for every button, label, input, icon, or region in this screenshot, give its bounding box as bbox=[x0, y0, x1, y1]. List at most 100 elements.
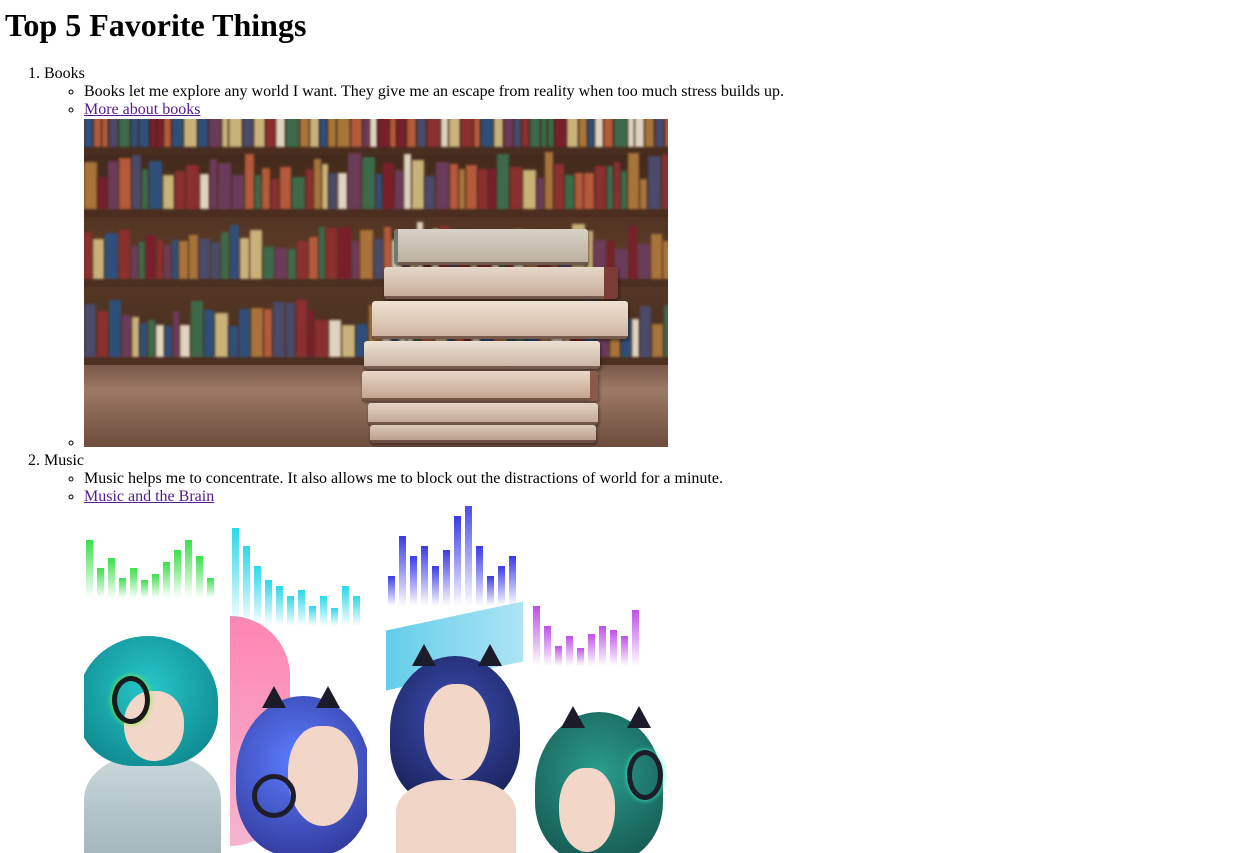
equalizer-bar bbox=[119, 578, 126, 598]
book-spine bbox=[266, 119, 275, 147]
book-spine bbox=[180, 325, 190, 357]
book-spine bbox=[588, 119, 594, 147]
book-spine bbox=[132, 317, 139, 357]
book-spine bbox=[548, 119, 554, 147]
book-spine bbox=[514, 119, 521, 147]
book-spine bbox=[342, 325, 355, 357]
list-item-music: Music Music helps me to concentrate. It … bbox=[44, 452, 784, 853]
figure-body bbox=[84, 756, 221, 853]
books-description-item: Books let me explore any world I want. T… bbox=[84, 83, 784, 101]
cat-ear-icon bbox=[316, 686, 340, 708]
equalizer-bar bbox=[130, 568, 137, 598]
book-spine bbox=[390, 119, 396, 147]
books-image-item bbox=[84, 119, 784, 452]
book-spine bbox=[271, 179, 279, 209]
headphone-icon bbox=[112, 676, 150, 724]
book-spine bbox=[629, 226, 637, 279]
favorites-list: Books Books let me explore any world I w… bbox=[0, 65, 784, 853]
book-spine bbox=[119, 158, 131, 209]
stacked-book bbox=[364, 341, 600, 369]
book-spine bbox=[94, 119, 101, 147]
music-description-item: Music helps me to concentrate. It also a… bbox=[84, 470, 784, 488]
book-spine bbox=[204, 310, 214, 357]
cat-ear-icon bbox=[561, 706, 585, 728]
book-spine bbox=[523, 170, 536, 209]
book-spine bbox=[481, 119, 493, 147]
music-and-the-brain-link[interactable]: Music and the Brain bbox=[84, 488, 214, 505]
page-title: Top 5 Favorite Things bbox=[5, 7, 307, 43]
list-item-books: Books Books let me explore any world I w… bbox=[44, 65, 784, 452]
cat-ear-icon bbox=[627, 706, 651, 728]
book-spine bbox=[191, 301, 203, 357]
book-spine bbox=[329, 173, 337, 209]
book-spine bbox=[348, 153, 361, 209]
book-spine bbox=[449, 119, 460, 147]
books-link-item: More about books bbox=[84, 101, 784, 119]
more-about-books-link[interactable]: More about books bbox=[84, 101, 200, 118]
book-spine bbox=[296, 300, 307, 357]
book-spine bbox=[478, 169, 488, 209]
book-spine bbox=[632, 319, 639, 357]
equalizer-bar bbox=[298, 590, 305, 626]
book-spine bbox=[635, 119, 644, 147]
book-spine bbox=[329, 320, 341, 357]
books-description: Books let me explore any world I want. T… bbox=[84, 83, 784, 100]
book-spine bbox=[229, 119, 242, 147]
book-spine bbox=[648, 156, 661, 209]
book-spine bbox=[255, 175, 261, 209]
equalizer-bar bbox=[421, 546, 428, 606]
equalizer-bar bbox=[331, 608, 338, 626]
book-spine bbox=[157, 240, 163, 279]
equalizer-bar bbox=[254, 566, 261, 626]
equalizer-bar bbox=[320, 596, 327, 626]
book-spine bbox=[497, 154, 509, 209]
book-spine bbox=[614, 162, 620, 209]
equalizer-bar bbox=[588, 634, 595, 666]
equalizer-bar bbox=[196, 556, 203, 598]
book-spine bbox=[149, 161, 162, 209]
book-spine bbox=[607, 166, 613, 209]
equalizer-bar bbox=[465, 506, 472, 606]
book-spine bbox=[504, 119, 513, 147]
headphone-icon bbox=[627, 750, 663, 800]
book-spine bbox=[230, 225, 239, 279]
book-spine bbox=[363, 119, 369, 147]
book-spine bbox=[651, 234, 662, 279]
equalizer-bar bbox=[599, 626, 606, 666]
equalizer-bar bbox=[509, 556, 516, 606]
equalizer-bar bbox=[577, 648, 584, 666]
book-spine bbox=[555, 119, 566, 147]
book-spine bbox=[326, 228, 337, 279]
music-panel-4 bbox=[531, 506, 668, 853]
equalizer-bar bbox=[399, 536, 406, 606]
stacked-book bbox=[368, 403, 598, 425]
book-spine bbox=[280, 167, 291, 209]
book-spine bbox=[131, 119, 138, 147]
equalizer-bar bbox=[443, 550, 450, 606]
book-spine bbox=[300, 119, 309, 147]
book-spine bbox=[640, 306, 651, 357]
equalizer-bar bbox=[342, 586, 349, 626]
book-spine bbox=[164, 119, 171, 147]
book-spine bbox=[628, 153, 639, 209]
book-spine bbox=[84, 119, 93, 147]
equalizer-bar bbox=[141, 580, 148, 598]
book-spine bbox=[425, 176, 435, 209]
equalizer-bar bbox=[410, 556, 417, 606]
equalizer-bar bbox=[555, 646, 562, 666]
book-spine bbox=[407, 119, 416, 147]
equalizer-bar bbox=[207, 578, 214, 598]
book-spine bbox=[314, 159, 321, 209]
book-spine bbox=[200, 174, 209, 209]
figure-face bbox=[559, 768, 615, 852]
book-spine bbox=[142, 169, 148, 209]
book-spine bbox=[232, 175, 244, 209]
book-spine bbox=[132, 155, 141, 209]
book-spine bbox=[109, 119, 118, 147]
book-spine bbox=[352, 241, 359, 279]
book-spine bbox=[229, 326, 238, 357]
book-spine bbox=[315, 320, 328, 357]
book-spine bbox=[243, 119, 253, 147]
book-spine bbox=[604, 119, 613, 147]
book-spine bbox=[522, 119, 529, 147]
